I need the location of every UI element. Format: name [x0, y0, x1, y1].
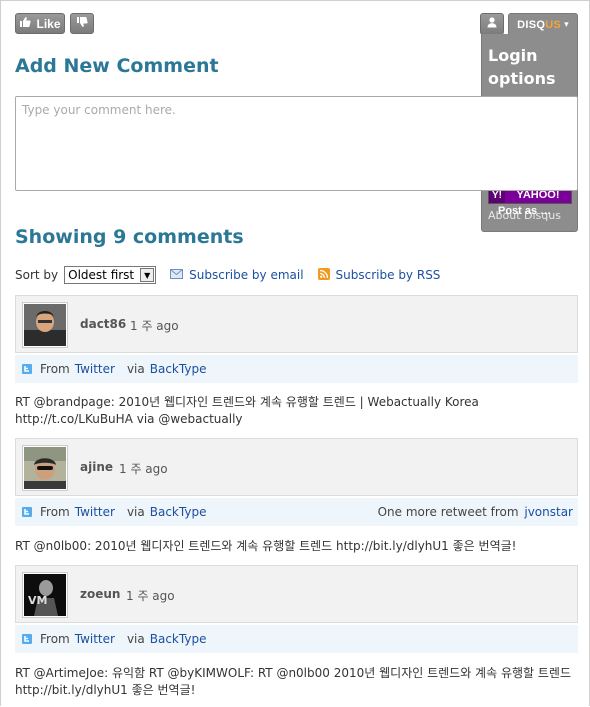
comment-time: 1 주 ago — [130, 319, 179, 333]
rss-icon — [317, 267, 330, 283]
comment-author[interactable]: ajine — [80, 460, 113, 474]
comment-time: 1 주 ago — [119, 462, 168, 476]
twitter-bird-icon — [22, 364, 32, 374]
via-label: via — [126, 632, 145, 646]
login-options-title: Login options — [488, 46, 556, 88]
subscribe-rss-label: Subscribe by RSS — [335, 268, 441, 282]
comment-source-bar: From Twitter via BackType — [15, 355, 578, 383]
comment-author[interactable]: zoeun — [80, 587, 120, 601]
disqus-brand-left: DISQ — [517, 18, 546, 31]
like-button[interactable]: Like — [15, 13, 65, 34]
via-label: via — [126, 362, 145, 376]
subscribe-rss-link[interactable]: Subscribe by RSS — [317, 267, 441, 283]
subscribe-email-label: Subscribe by email — [189, 268, 304, 282]
subscribe-email-link[interactable]: Subscribe by email — [170, 268, 304, 282]
thumbs-down-icon — [76, 15, 88, 33]
from-label: From — [40, 505, 70, 519]
dislike-button[interactable] — [70, 13, 94, 34]
avatar[interactable] — [22, 445, 68, 491]
sort-select[interactable]: Oldest first ▼ — [64, 266, 157, 284]
comment-placeholder: Type your comment here. — [22, 103, 176, 117]
via-label: via — [126, 505, 145, 519]
comment-body: RT @ArtimeJoe: 유익함 RT @byKIMWOLF: RT @n0… — [15, 666, 572, 697]
comment-author[interactable]: dact86 — [80, 317, 126, 331]
comment-header: dact86 1 주 ago — [15, 295, 578, 353]
select-arrow-icon: ▼ — [140, 268, 155, 282]
disqus-brand-right: US — [545, 18, 562, 31]
from-label: From — [40, 362, 70, 376]
like-label: Like — [36, 16, 61, 31]
thumbs-up-icon — [19, 16, 32, 31]
comment-body: RT @n0lb00: 2010년 웹디자인 트렌드와 계속 유행할 트렌드 h… — [15, 539, 517, 553]
disqus-menu-tab[interactable]: DISQ US ▾ — [508, 13, 578, 35]
avatar[interactable]: VM — [22, 572, 68, 618]
user-menu-button[interactable] — [480, 13, 504, 35]
comment-body: RT @brandpage: 2010년 웹디자인 트렌드와 계속 유행할 트렌… — [15, 395, 479, 426]
more-retweets: One more retweet from jvonstar — [378, 505, 573, 519]
svg-text:VM: VM — [28, 594, 47, 607]
source-link[interactable]: Twitter — [75, 505, 115, 519]
from-label: From — [40, 632, 70, 646]
envelope-icon — [170, 268, 184, 282]
add-comment-title: Add New Comment — [15, 55, 219, 77]
twitter-bird-icon — [22, 507, 32, 517]
more-retweets-label: One more retweet from — [377, 505, 519, 519]
comments-count-title: Showing 9 comments — [15, 226, 244, 248]
twitter-bird-icon — [22, 634, 32, 644]
retweeter-link[interactable]: jvonstar — [524, 505, 573, 519]
sort-value: Oldest first — [68, 268, 135, 282]
via-link[interactable]: BackType — [150, 362, 207, 376]
comment-source-bar: From Twitter via BackType — [15, 625, 578, 653]
source-link[interactable]: Twitter — [75, 362, 115, 376]
post-as-button[interactable]: Post as … — [498, 205, 551, 217]
comment-textarea[interactable]: Type your comment here. — [15, 96, 578, 191]
sort-row: Sort by Oldest first ▼ Subscribe by emai… — [15, 265, 440, 285]
via-link[interactable]: BackType — [150, 505, 207, 519]
chevron-down-icon: ▾ — [564, 19, 569, 29]
source-link[interactable]: Twitter — [75, 632, 115, 646]
comment-header: ajine 1 주 ago — [15, 438, 578, 496]
user-icon — [486, 15, 498, 33]
avatar[interactable] — [22, 302, 68, 348]
sort-label: Sort by — [15, 268, 59, 282]
comment-header: VM zoeun 1 주 ago — [15, 565, 578, 623]
comment-time: 1 주 ago — [126, 589, 175, 603]
comment-source-bar: From Twitter via BackType One more retwe… — [15, 498, 578, 526]
via-link[interactable]: BackType — [150, 632, 207, 646]
